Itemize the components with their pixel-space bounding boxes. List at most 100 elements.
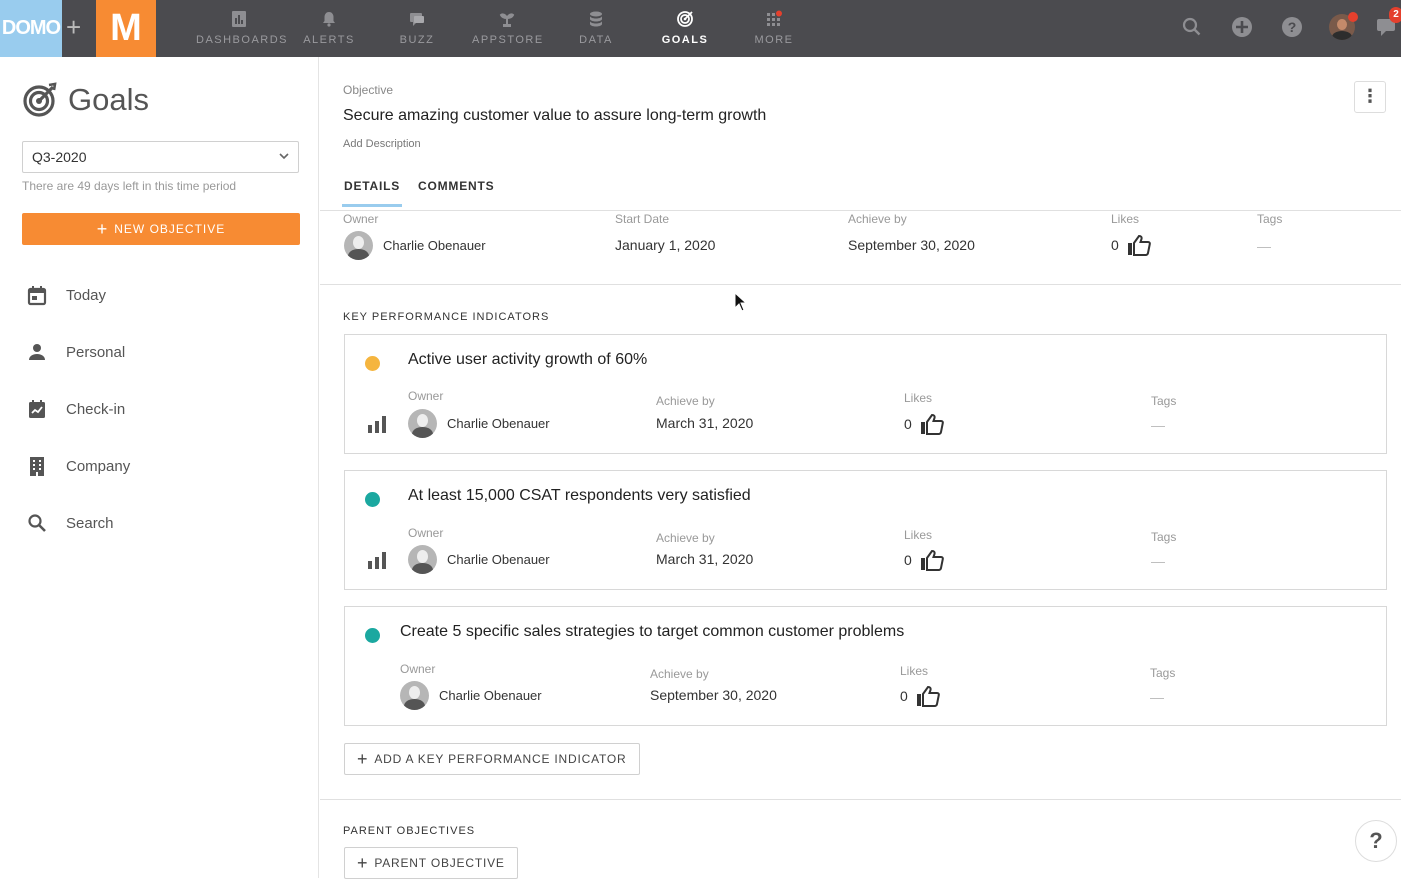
achieve-by-label: Achieve by bbox=[656, 531, 715, 545]
owner-name[interactable]: Charlie Obenauer bbox=[383, 238, 486, 253]
goals-title: Goals bbox=[68, 82, 149, 117]
sidebar-item-label: Personal bbox=[66, 343, 126, 361]
likes-count: 0 bbox=[904, 552, 912, 568]
kpi-title[interactable]: Active user activity growth of 60% bbox=[408, 351, 647, 369]
thumbs-up-icon bbox=[920, 549, 944, 571]
goals-sidebar: Goals Q3-2020 There are 49 days left in … bbox=[0, 57, 319, 878]
add-app-icon[interactable]: + bbox=[66, 14, 81, 40]
nav-appstore[interactable]: APPSTORE bbox=[472, 0, 542, 57]
more-options-icon[interactable]: ⋮ bbox=[1354, 81, 1386, 113]
nav-data[interactable]: DATA bbox=[574, 0, 618, 57]
add-parent-objective-button[interactable]: + PARENT OBJECTIVE bbox=[344, 847, 518, 879]
likes-control[interactable]: 0 bbox=[1111, 234, 1151, 256]
add-circle-icon[interactable] bbox=[1230, 15, 1254, 39]
start-date-value[interactable]: January 1, 2020 bbox=[615, 237, 715, 253]
app-m-logo[interactable]: M bbox=[96, 0, 156, 57]
domo-logo[interactable]: DOMO bbox=[0, 0, 62, 57]
tags-label: Tags bbox=[1151, 530, 1177, 544]
sidebar-item-company[interactable]: Company bbox=[26, 454, 130, 478]
objective-meta: Owner Charlie Obenauer Start Date Januar… bbox=[320, 212, 1401, 284]
nav-more-label: MORE bbox=[754, 34, 794, 46]
nav-goals[interactable]: GOALS bbox=[660, 0, 710, 57]
sidebar-item-search[interactable]: Search bbox=[26, 511, 114, 535]
tags-value[interactable]: — bbox=[1257, 238, 1271, 254]
bar-chart-icon[interactable] bbox=[367, 551, 387, 569]
achieve-by-value[interactable]: March 31, 2020 bbox=[656, 551, 753, 567]
new-objective-label: NEW OBJECTIVE bbox=[114, 222, 226, 236]
appstore-icon bbox=[499, 13, 515, 27]
nav-buzz[interactable]: BUZZ bbox=[392, 0, 442, 57]
search-icon[interactable] bbox=[1180, 15, 1204, 39]
bar-chart-icon[interactable] bbox=[367, 415, 387, 433]
achieve-by-value[interactable]: March 31, 2020 bbox=[656, 415, 753, 431]
add-description-link[interactable]: Add Description bbox=[343, 138, 421, 150]
nav-data-label: DATA bbox=[579, 34, 613, 46]
tags-value[interactable]: — bbox=[1151, 417, 1165, 433]
nav-more[interactable]: MORE bbox=[752, 0, 796, 57]
owner-avatar[interactable] bbox=[400, 681, 429, 710]
help-button[interactable]: ? bbox=[1355, 820, 1397, 862]
goals-header: Goals bbox=[22, 82, 149, 118]
tags-value[interactable]: — bbox=[1151, 553, 1165, 569]
add-parent-objective-label: PARENT OBJECTIVE bbox=[374, 856, 505, 870]
owner-avatar[interactable] bbox=[344, 231, 373, 260]
owner-label: Owner bbox=[408, 389, 444, 403]
owner-name[interactable]: Charlie Obenauer bbox=[447, 416, 550, 431]
tab-details[interactable]: DETAILS bbox=[341, 179, 403, 207]
likes-control[interactable]: 0 bbox=[904, 549, 944, 571]
status-dot bbox=[365, 492, 380, 507]
owner-name[interactable]: Charlie Obenauer bbox=[447, 552, 550, 567]
likes-control[interactable]: 0 bbox=[904, 413, 944, 435]
sidebar-item-today[interactable]: Today bbox=[26, 283, 106, 307]
sidebar-item-check-in[interactable]: Check-in bbox=[26, 397, 125, 421]
likes-label: Likes bbox=[904, 391, 933, 405]
kpi-card[interactable]: Create 5 specific sales strategies to ta… bbox=[344, 606, 1387, 726]
kpi-title[interactable]: Create 5 specific sales strategies to ta… bbox=[400, 623, 904, 641]
help-circle-icon[interactable]: ? bbox=[1280, 15, 1304, 39]
search-icon bbox=[28, 514, 46, 532]
likes-label: Likes bbox=[904, 528, 933, 542]
time-period-select[interactable]: Q3-2020 bbox=[22, 141, 299, 173]
section-divider bbox=[320, 799, 1401, 800]
messages-badge: 2 bbox=[1389, 7, 1401, 23]
nav-dashboards[interactable]: DASHBOARDS bbox=[196, 0, 289, 57]
nav-appstore-label: APPSTORE bbox=[472, 34, 544, 46]
owner-name[interactable]: Charlie Obenauer bbox=[439, 688, 542, 703]
kpi-title[interactable]: At least 15,000 CSAT respondents very sa… bbox=[408, 487, 751, 505]
likes-control[interactable]: 0 bbox=[900, 685, 940, 707]
owner-avatar[interactable] bbox=[408, 545, 437, 574]
objective-title[interactable]: Secure amazing customer value to assure … bbox=[343, 107, 766, 125]
building-icon bbox=[30, 457, 44, 476]
achieve-by-value[interactable]: September 30, 2020 bbox=[650, 687, 777, 703]
add-kpi-button[interactable]: + ADD A KEY PERFORMANCE INDICATOR bbox=[344, 743, 640, 775]
bell-icon bbox=[323, 12, 335, 27]
sidebar-item-label: Search bbox=[66, 514, 114, 532]
achieve-by-label: Achieve by bbox=[650, 667, 709, 681]
time-period-value: Q3-2020 bbox=[32, 149, 87, 165]
kpi-heading: KEY PERFORMANCE INDICATORS bbox=[343, 311, 550, 323]
svg-text:?: ? bbox=[1288, 19, 1297, 35]
objective-tabs: DETAILS COMMENTS bbox=[320, 167, 1401, 211]
kpi-card[interactable]: Active user activity growth of 60% Owner… bbox=[344, 334, 1387, 454]
new-objective-button[interactable]: + NEW OBJECTIVE bbox=[22, 213, 300, 245]
days-left-text: There are 49 days left in this time peri… bbox=[22, 179, 237, 193]
add-kpi-label: ADD A KEY PERFORMANCE INDICATOR bbox=[374, 752, 627, 766]
kpi-card[interactable]: At least 15,000 CSAT respondents very sa… bbox=[344, 470, 1387, 590]
sidebar-item-personal[interactable]: Personal bbox=[26, 340, 125, 364]
nav-alerts[interactable]: ALERTS bbox=[300, 0, 358, 57]
chat-icon bbox=[410, 13, 424, 26]
status-dot bbox=[365, 356, 380, 371]
tab-comments[interactable]: COMMENTS bbox=[418, 179, 494, 193]
sidebar-item-label: Check-in bbox=[66, 400, 126, 418]
tags-value[interactable]: — bbox=[1150, 689, 1164, 705]
sidebar-item-label: Company bbox=[66, 457, 131, 475]
thumbs-up-icon bbox=[916, 685, 940, 707]
owner-avatar[interactable] bbox=[408, 409, 437, 438]
thumbs-up-icon bbox=[1127, 234, 1151, 256]
target-icon bbox=[677, 11, 693, 27]
owner-label: Owner bbox=[408, 526, 444, 540]
checkin-icon bbox=[29, 400, 45, 418]
achieve-by-value[interactable]: September 30, 2020 bbox=[848, 237, 975, 253]
tags-label: Tags bbox=[1150, 666, 1176, 680]
nav-dashboards-label: DASHBOARDS bbox=[196, 34, 289, 46]
